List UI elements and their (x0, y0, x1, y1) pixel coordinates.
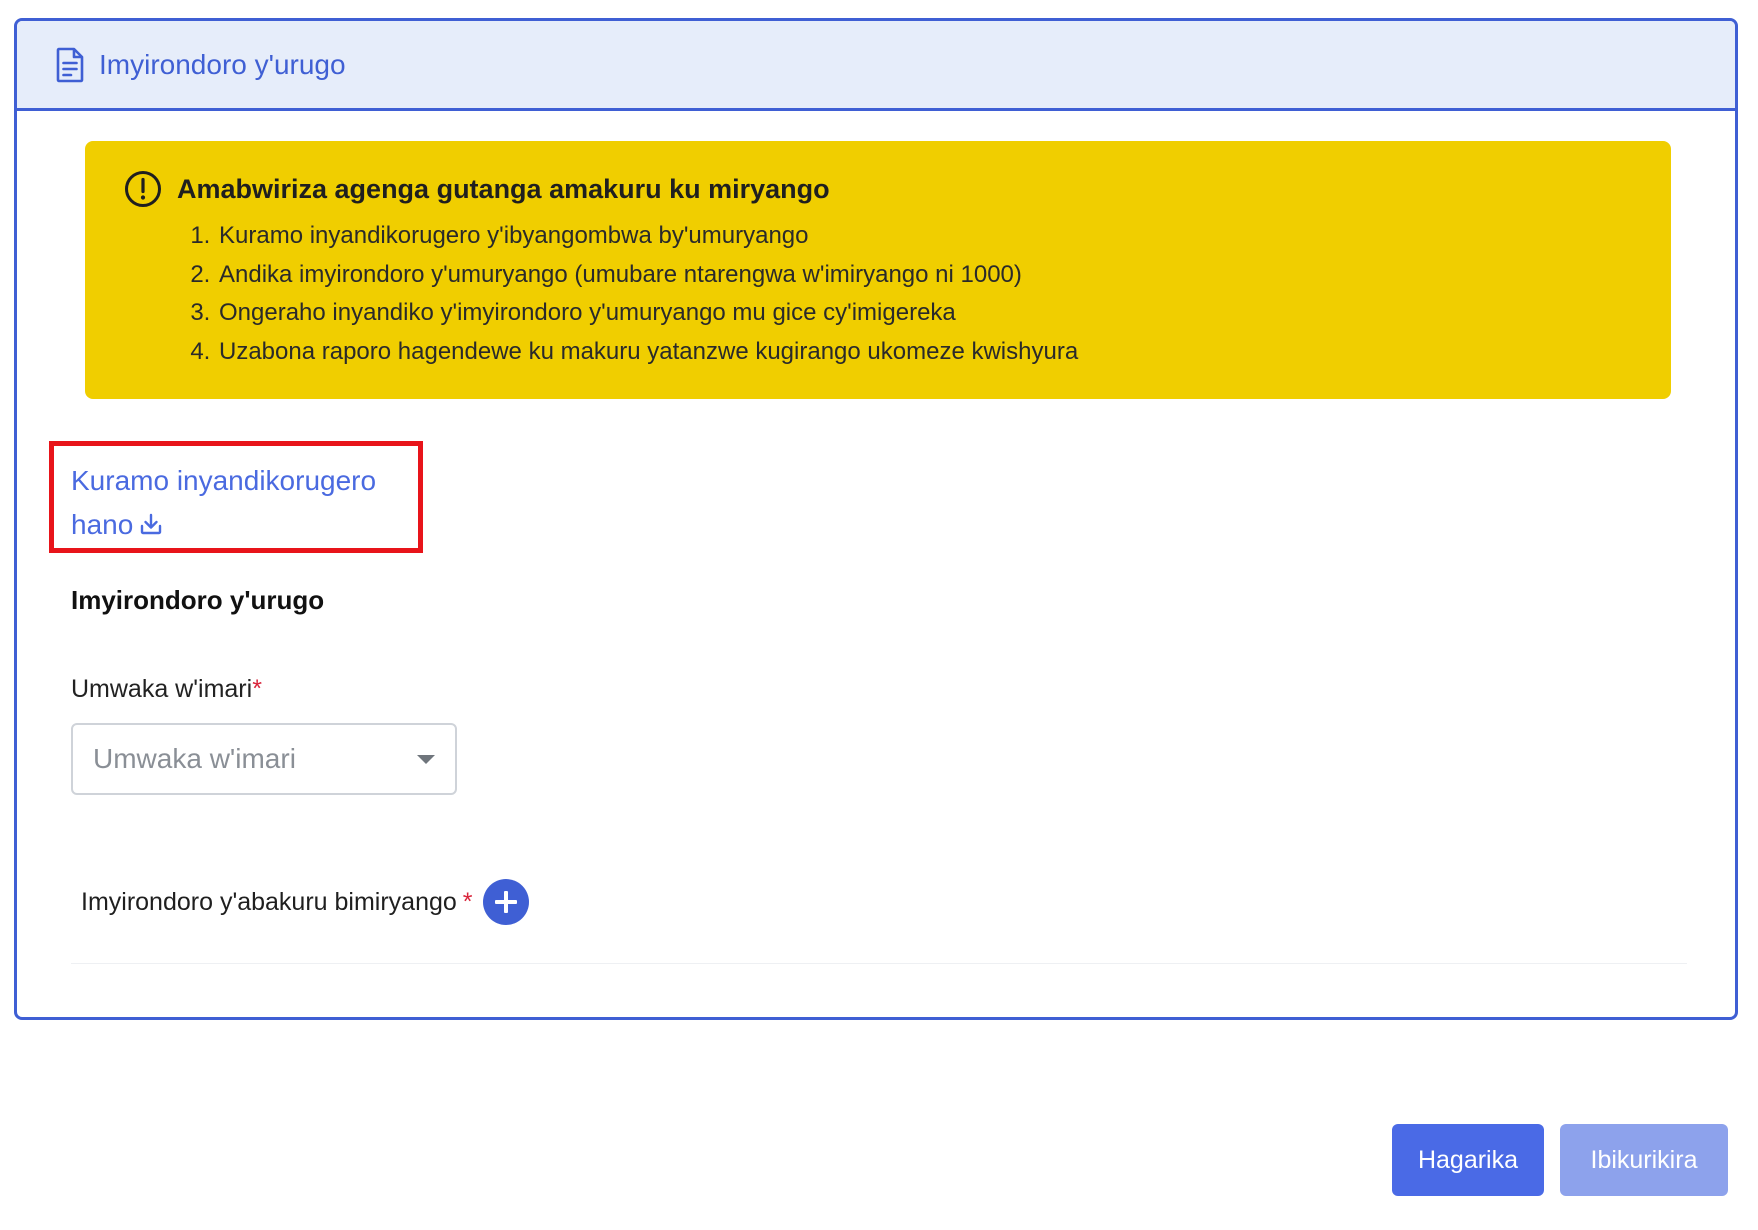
download-link-line1: Kuramo inyandikorugero (71, 465, 377, 496)
fiscal-year-label: Umwaka w'imari* (71, 675, 262, 704)
next-button[interactable]: Ibikurikira (1560, 1124, 1728, 1196)
download-link-line2: hano (71, 509, 134, 540)
add-household-button[interactable] (482, 879, 529, 925)
cancel-button[interactable]: Hagarika (1392, 1124, 1544, 1196)
section-title: Imyirondoro y'urugo (71, 585, 325, 615)
household-heads-label: Imyirondoro y'abakuru bimiryango (81, 887, 457, 916)
divider (71, 963, 1687, 964)
household-profile-card: Imyirondoro y'urugo Amabwiriza agenga gu… (14, 18, 1738, 1020)
exclamation-circle-icon (123, 169, 163, 209)
fiscal-year-placeholder: Umwaka w'imari (93, 743, 296, 774)
instructions-notice: Amabwiriza agenga gutanga amakuru ku mir… (85, 141, 1671, 399)
download-icon (139, 505, 163, 535)
instruction-item: Ongeraho inyandiko y'imyirondoro y'umury… (217, 294, 1671, 333)
card-title: Imyirondoro y'urugo (99, 48, 346, 80)
fiscal-year-label-text: Umwaka w'imari (71, 675, 253, 703)
required-mark: * (252, 675, 262, 703)
chevron-down-icon (417, 755, 435, 764)
required-mark: * (462, 887, 473, 916)
instruction-item: Kuramo inyandikorugero y'ibyangombwa by'… (217, 217, 1671, 256)
notice-title: Amabwiriza agenga gutanga amakuru ku mir… (177, 173, 830, 204)
instruction-list: Kuramo inyandikorugero y'ibyangombwa by'… (123, 217, 1671, 371)
card-header: Imyirondoro y'urugo (17, 21, 1735, 111)
instruction-item: Andika imyirondoro y'umuryango (umubare … (217, 256, 1671, 295)
household-heads-row: Imyirondoro y'abakuru bimiryango * (81, 879, 529, 925)
instruction-item: Uzabona raporo hagendewe ku makuru yatan… (217, 333, 1671, 372)
fiscal-year-select[interactable]: Umwaka w'imari (71, 723, 457, 795)
download-template-link[interactable]: Kuramo inyandikorugero hano (71, 459, 411, 547)
notice-header: Amabwiriza agenga gutanga amakuru ku mir… (123, 169, 1671, 209)
document-icon (55, 47, 85, 83)
